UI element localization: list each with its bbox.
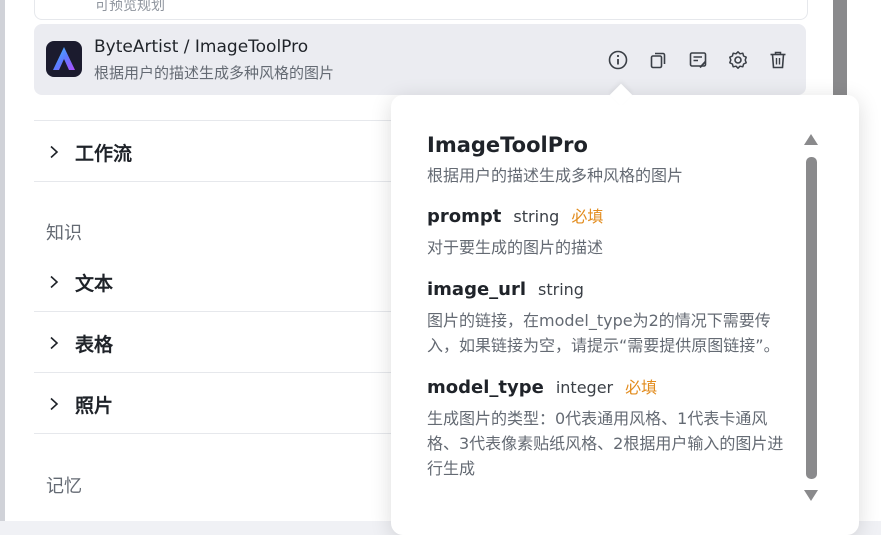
chevron-right-icon xyxy=(47,336,61,350)
param-description: 对于要生成的图片的描述 xyxy=(427,238,604,257)
param-item: prompt string 必填 对于要生成的图片的描述 xyxy=(427,205,797,260)
previous-plugin-desc: 可预览规划 xyxy=(95,0,165,14)
popover-description: 根据用户的描述生成多种风格的图片 xyxy=(427,166,684,185)
sidebar-item-label: 表格 xyxy=(75,333,114,356)
sidebar-item-text[interactable]: 文本 xyxy=(47,267,113,297)
popover-scrollbar-thumb[interactable] xyxy=(806,157,817,479)
popover-content: ImageToolPro 根据用户的描述生成多种风格的图片 prompt str… xyxy=(427,131,797,481)
plugin-actions xyxy=(606,48,790,72)
sidebar-item-label: 照片 xyxy=(75,394,114,417)
knowledge-section-title: 知识 xyxy=(46,223,82,244)
param-item: image_url string 图片的链接，在model_type为2的情况下… xyxy=(427,278,797,358)
param-type: string xyxy=(538,280,584,299)
plugin-title: ByteArtist / ImageToolPro xyxy=(94,37,309,57)
chevron-right-icon xyxy=(47,397,61,411)
param-type: integer xyxy=(555,378,614,397)
previous-plugin-card[interactable]: 可预览规划 xyxy=(34,0,808,20)
chevron-right-icon xyxy=(47,275,61,289)
scroll-down-arrow-icon[interactable] xyxy=(804,490,818,501)
plugin-logo-icon xyxy=(46,41,82,77)
param-description: 生成图片的类型：0代表通用风格、1代表卡通风格、3代表像素贴纸风格、2根据用户输… xyxy=(427,409,784,478)
param-required-badge: 必填 xyxy=(625,378,658,397)
info-icon[interactable] xyxy=(606,48,630,72)
plugin-description: 根据用户的描述生成多种风格的图片 xyxy=(94,64,335,82)
copy-icon[interactable] xyxy=(646,48,670,72)
param-required-badge: 必填 xyxy=(571,207,604,226)
param-name: prompt xyxy=(427,206,502,227)
plugin-card[interactable]: ByteArtist / ImageToolPro 根据用户的描述生成多种风格的… xyxy=(34,24,806,95)
edit-icon[interactable] xyxy=(686,48,710,72)
sidebar-item-workflow[interactable]: 工作流 xyxy=(47,137,132,167)
param-name: model_type xyxy=(427,377,544,398)
param-name: image_url xyxy=(427,279,527,300)
sidebar-item-photo[interactable]: 照片 xyxy=(47,389,113,419)
param-type: string xyxy=(513,207,560,226)
sidebar-item-label: 文本 xyxy=(75,272,114,295)
param-item: model_type integer 必填 生成图片的类型：0代表通用风格、1代… xyxy=(427,376,797,481)
sidebar-item-table[interactable]: 表格 xyxy=(47,328,113,358)
gear-icon[interactable] xyxy=(726,48,750,72)
sidebar-item-label: 工作流 xyxy=(75,142,133,165)
popover-title: ImageToolPro xyxy=(427,133,588,157)
param-description: 图片的链接，在model_type为2的情况下需要传入，如果链接为空，请提示“需… xyxy=(427,311,780,355)
memory-section-title: 记忆 xyxy=(46,476,82,497)
scroll-up-arrow-icon[interactable] xyxy=(804,134,818,145)
chevron-right-icon xyxy=(47,145,61,159)
plugin-info-popover: ImageToolPro 根据用户的描述生成多种风格的图片 prompt str… xyxy=(391,95,859,535)
trash-icon[interactable] xyxy=(766,48,790,72)
